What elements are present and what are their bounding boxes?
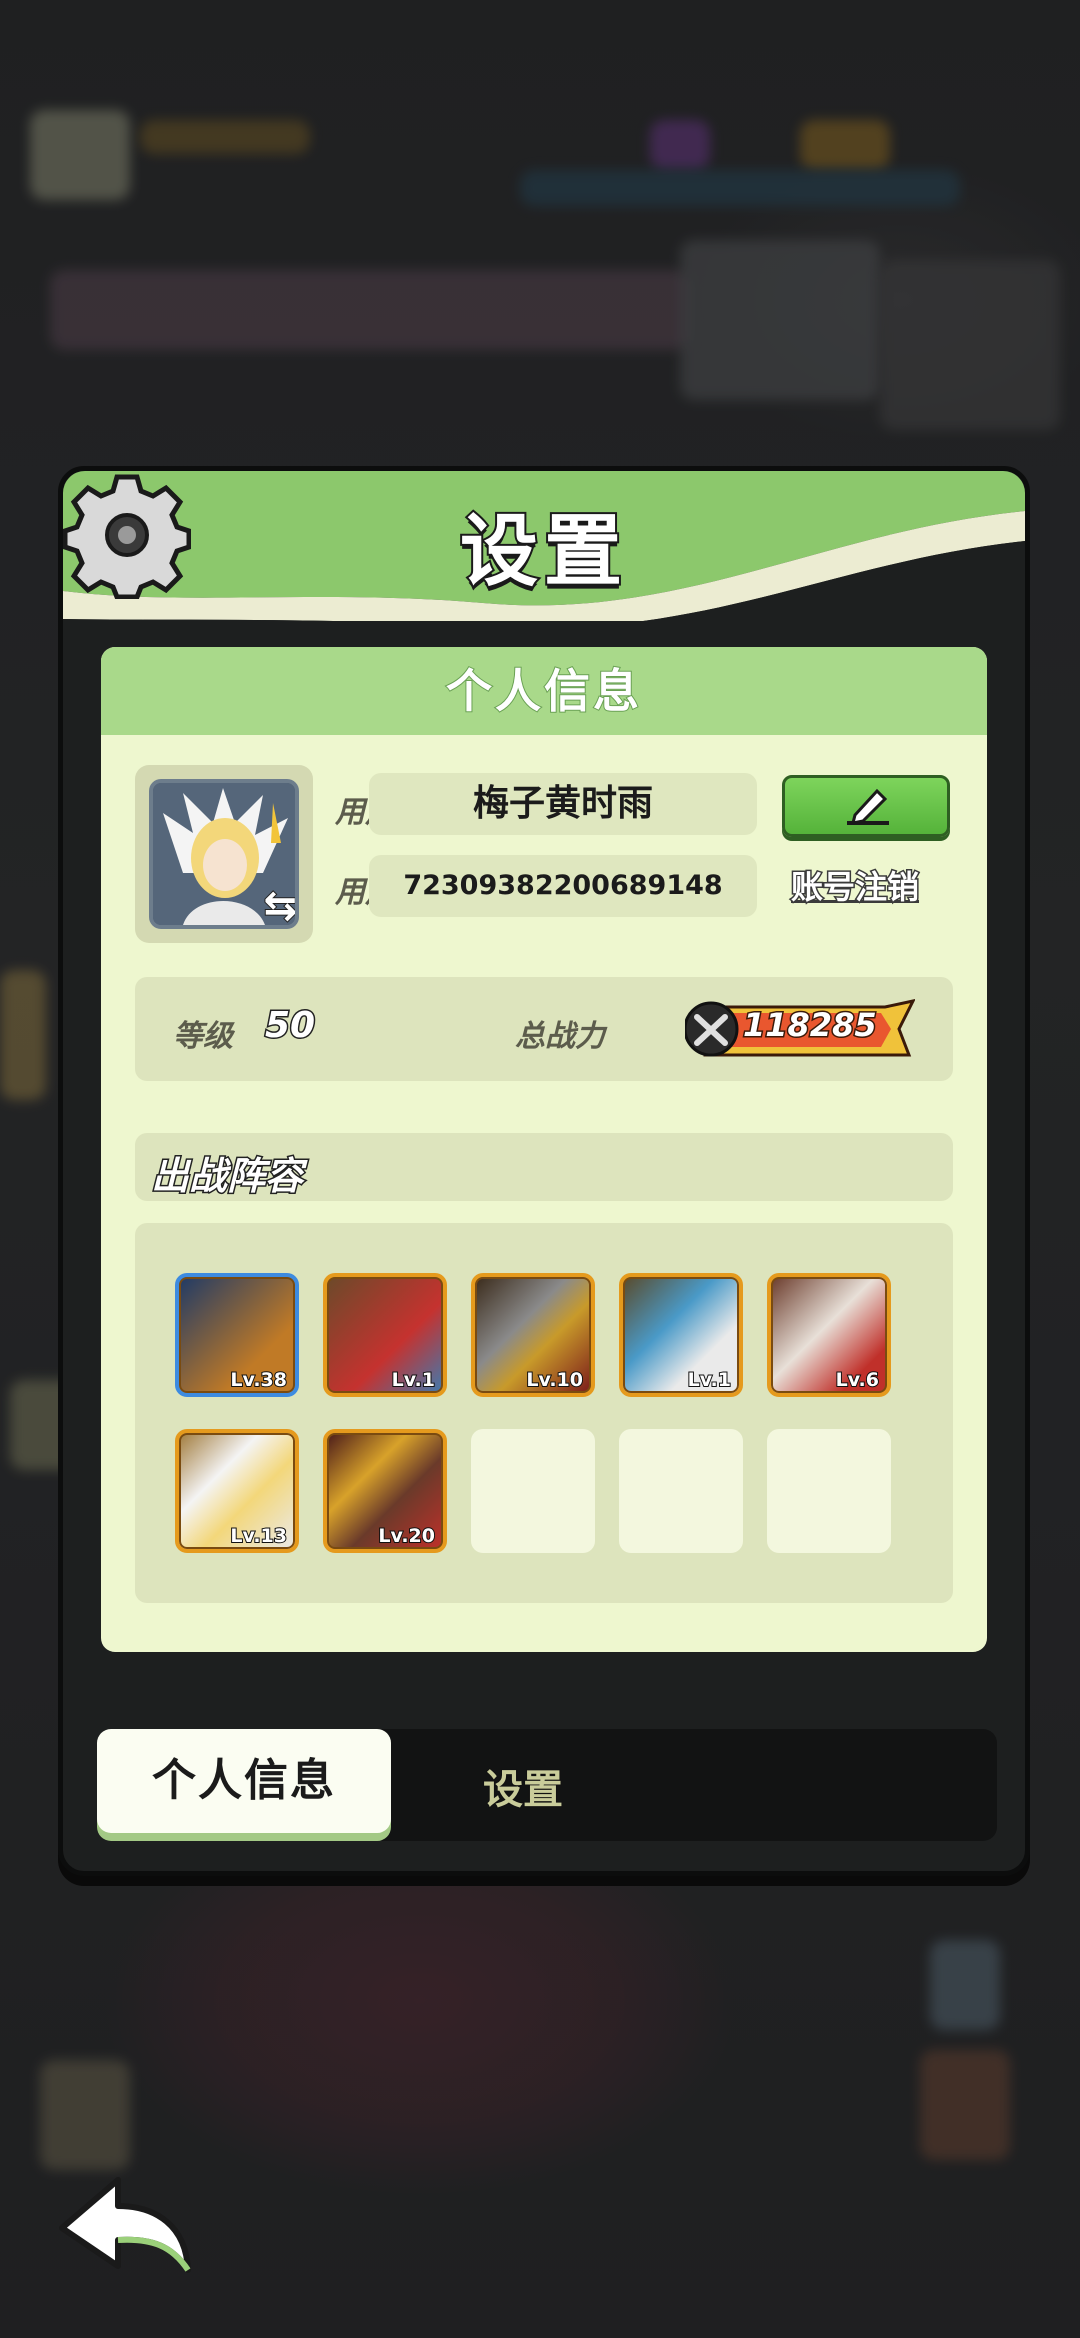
stats-row: 等级 50 总战力 118285 [135,977,953,1081]
dialog-tabs: 个人信息 设置 [97,1729,997,1841]
profile-section-title: 个人信息 [101,647,987,735]
edit-nickname-button[interactable] [782,775,950,837]
nickname-field: 梅子黄时雨 [369,773,757,835]
hero-slot[interactable]: Lv.38 [175,1273,299,1397]
hero-slot[interactable]: Lv.20 [323,1429,447,1553]
pencil-icon [847,788,889,825]
power-value: 118285 [742,1005,879,1046]
hero-slot[interactable]: Lv.13 [175,1429,299,1553]
dialog-header: 设置 [63,471,1025,621]
hero-slot[interactable]: Lv.1 [323,1273,447,1397]
back-arrow-icon[interactable] [56,2170,196,2280]
lineup-title: 出战阵容 [149,1153,304,1200]
hero-slot[interactable]: Lv.10 [471,1273,595,1397]
level-label: 等级 [173,1019,233,1054]
lineup-header: 出战阵容 [135,1133,953,1201]
hero-slot[interactable]: Lv.6 [767,1273,891,1397]
user-id-field: 72309382200689148 [369,855,757,917]
dialog-title: 设置 [458,505,628,599]
power-label: 总战力 [515,1019,605,1054]
empty-hero-slot[interactable] [471,1429,595,1553]
swap-avatar-icon[interactable]: ⇆ [262,882,295,925]
profile-panel: 个人信息 ⇆ 用户昵称 梅子黄时雨 用户 ID [101,647,987,1652]
avatar-frame[interactable]: ⇆ [135,765,313,943]
hero-slot[interactable]: Lv.1 [619,1273,743,1397]
lineup-grid: Lv.38 Lv.1 Lv.10 Lv.1 Lv.6 Lv.13 Lv.20 [135,1223,953,1603]
level-value: 50 [263,1004,316,1048]
empty-hero-slot[interactable] [619,1429,743,1553]
tab-settings[interactable]: 设置 [482,1757,564,1815]
settings-dialog: 设置 个人信息 ⇆ 用户昵称 梅子黄时雨 [58,466,1030,1876]
empty-hero-slot[interactable] [767,1429,891,1553]
avatar[interactable]: ⇆ [149,779,299,929]
delete-account-link[interactable]: 账号注销 [789,862,920,908]
tab-profile[interactable]: 个人信息 [97,1729,391,1833]
